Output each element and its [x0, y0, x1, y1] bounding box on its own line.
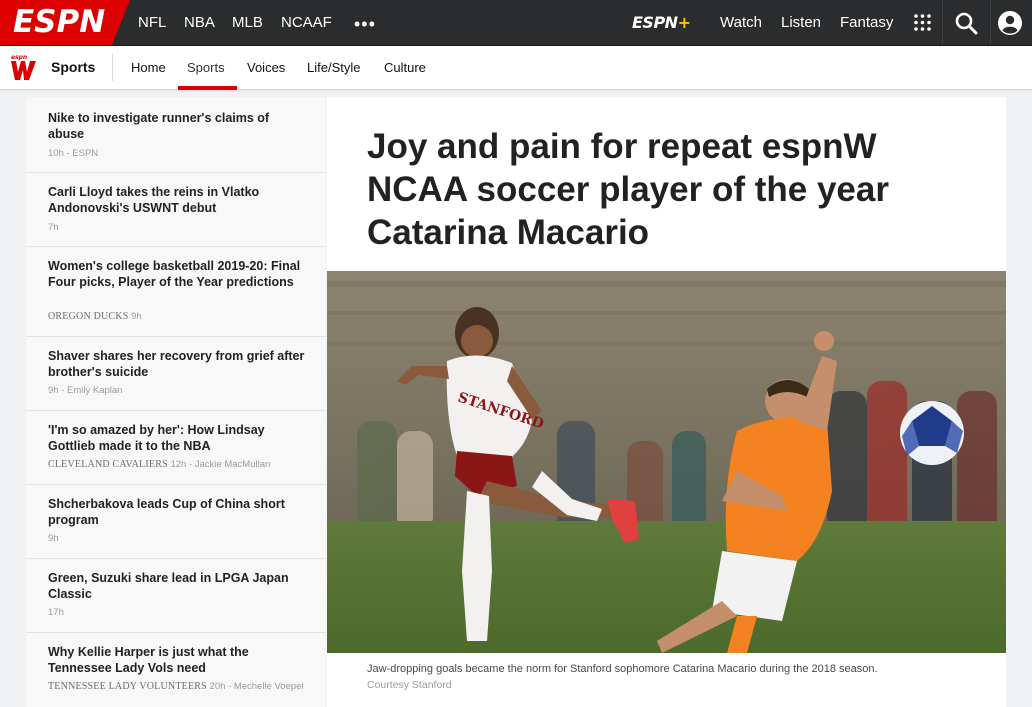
nav-separator: [990, 0, 991, 45]
headline-item[interactable]: Shcherbakova leads Cup of China short pr…: [26, 485, 326, 559]
headline-title[interactable]: Green, Suzuki share lead in LPGA Japan C…: [48, 570, 308, 602]
nav-item-fantasy[interactable]: Fantasy: [840, 0, 893, 45]
team-label[interactable]: OREGON DUCKS: [48, 311, 128, 322]
headline-title[interactable]: Why Kellie Harper is just what the Tenne…: [48, 644, 308, 676]
headline-item[interactable]: Green, Suzuki share lead in LPGA Japan C…: [26, 559, 326, 633]
subnav-item-voices[interactable]: Voices: [247, 46, 285, 89]
subnav-divider: [112, 54, 113, 81]
headline-title[interactable]: Shaver shares her recovery from grief af…: [48, 348, 308, 380]
photo-caption: Jaw-dropping goals became the norm for S…: [367, 663, 878, 675]
subnav-item-home[interactable]: Home: [131, 46, 166, 89]
espnw-logo[interactable]: espn: [9, 51, 39, 81]
profile-icon[interactable]: [997, 10, 1023, 36]
headline-title[interactable]: Shcherbakova leads Cup of China short pr…: [48, 496, 308, 528]
sub-nav: espn Sports Home Sports Voices Life/Styl…: [0, 46, 1032, 90]
top-nav: ESPN NFL NBA MLB NCAAF ••• ESPN+ Watch L…: [0, 0, 1032, 46]
headline-meta: CLEVELAND CAVALIERS 12h - Jackie MacMull…: [48, 459, 270, 470]
subnav-item-sports[interactable]: Sports: [187, 46, 225, 89]
photo-credit: Courtesy Stanford: [367, 679, 452, 691]
nav-item-nfl[interactable]: NFL: [138, 0, 166, 45]
headline-time: 20h - Mechelle Voepel: [209, 681, 304, 692]
hero-photo[interactable]: STANFORD: [327, 271, 1006, 653]
espn-plus-link[interactable]: ESPN+: [632, 0, 691, 45]
nav-item-nba[interactable]: NBA: [184, 0, 215, 45]
headline-time: 12h - Jackie MacMullan: [170, 459, 271, 470]
more-sports-button[interactable]: •••: [354, 0, 376, 45]
nav-item-listen[interactable]: Listen: [781, 0, 821, 45]
nav-item-mlb[interactable]: MLB: [232, 0, 263, 45]
headline-item[interactable]: 'I'm so amazed by her': How Lindsay Gott…: [26, 411, 326, 485]
nav-item-ncaaf[interactable]: NCAAF: [281, 0, 332, 45]
headline-item[interactable]: Carli Lloyd takes the reins in Vlatko An…: [26, 173, 326, 247]
headline-title[interactable]: Nike to investigate runner's claims of a…: [48, 110, 308, 142]
grid-icon[interactable]: [914, 14, 931, 31]
svg-text:espn: espn: [11, 54, 27, 61]
headline-item[interactable]: Nike to investigate runner's claims of a…: [26, 97, 326, 173]
soccer-ball: [900, 401, 964, 465]
headline-time: 9h: [131, 311, 142, 322]
subnav-item-culture[interactable]: Culture: [384, 46, 426, 89]
headline-list: Nike to investigate runner's claims of a…: [26, 97, 326, 707]
nav-separator: [942, 0, 943, 45]
headline-meta: 7h: [48, 222, 59, 233]
subnav-item-lifestyle[interactable]: Life/Style: [307, 46, 360, 89]
article-main: Joy and pain for repeat espnW NCAA socce…: [327, 97, 1006, 707]
headline-item[interactable]: Shaver shares her recovery from grief af…: [26, 337, 326, 411]
nav-item-watch[interactable]: Watch: [720, 0, 762, 45]
headline-item[interactable]: Why Kellie Harper is just what the Tenne…: [26, 633, 326, 707]
logo-text: ESPN: [13, 4, 106, 40]
team-label[interactable]: TENNESSEE LADY VOLUNTEERS: [48, 681, 207, 692]
headline-meta: 9h - Emily Kaplan: [48, 385, 123, 396]
espn-logo[interactable]: ESPN: [0, 0, 130, 45]
espn-plus-wordmark: ESPN: [632, 13, 678, 32]
headline-meta: 9h: [48, 533, 59, 544]
team-label[interactable]: CLEVELAND CAVALIERS: [48, 459, 168, 470]
article-headline: Joy and pain for repeat espnW NCAA socce…: [367, 127, 889, 252]
headline-meta: 10h - ESPN: [48, 148, 99, 159]
search-icon[interactable]: [954, 11, 978, 35]
active-tab-indicator: [178, 86, 237, 90]
headline-meta: OREGON DUCKS 9h: [48, 311, 142, 322]
espn-plus-sign: +: [677, 13, 691, 32]
headline-title[interactable]: Women's college basketball 2019-20: Fina…: [48, 258, 308, 290]
headline-item[interactable]: Women's college basketball 2019-20: Fina…: [26, 247, 326, 337]
subnav-brand: Sports: [51, 59, 96, 75]
headline-title[interactable]: 'I'm so amazed by her': How Lindsay Gott…: [48, 422, 308, 454]
headline-meta: 17h: [48, 607, 64, 618]
headline-title[interactable]: Carli Lloyd takes the reins in Vlatko An…: [48, 184, 308, 216]
headline-meta: TENNESSEE LADY VOLUNTEERS 20h - Mechelle…: [48, 681, 304, 692]
